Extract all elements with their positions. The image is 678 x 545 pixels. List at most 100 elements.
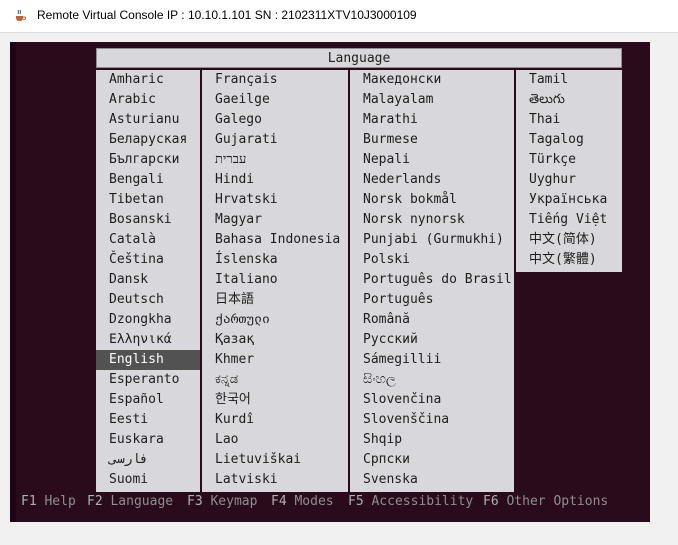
language-item[interactable]: Türkçe bbox=[516, 150, 622, 170]
language-item[interactable]: Nederlands bbox=[350, 170, 514, 190]
fkey-f2[interactable]: F2 Language bbox=[87, 494, 173, 509]
fkey-f3[interactable]: F3 Keymap bbox=[187, 494, 257, 509]
fkey-f6[interactable]: F6 Other Options bbox=[483, 494, 608, 509]
language-item[interactable]: සිංහල bbox=[350, 370, 514, 390]
language-item[interactable]: ಕನ್ನಡ bbox=[202, 370, 348, 390]
language-item[interactable]: Nepali bbox=[350, 150, 514, 170]
language-item[interactable]: Українська bbox=[516, 190, 622, 210]
language-item[interactable]: Gaeilge bbox=[202, 90, 348, 110]
dialog-title: Language bbox=[96, 48, 622, 68]
language-item[interactable]: Galego bbox=[202, 110, 348, 130]
language-item[interactable]: Қазақ bbox=[202, 330, 348, 350]
language-item[interactable]: Български bbox=[96, 150, 200, 170]
language-item[interactable]: Tibetan bbox=[96, 190, 200, 210]
language-item[interactable]: Uyghur bbox=[516, 170, 622, 190]
language-item[interactable]: Slovenčina bbox=[350, 390, 514, 410]
language-item[interactable]: Dzongkha bbox=[96, 310, 200, 330]
language-item[interactable]: Português do Brasil bbox=[350, 270, 514, 290]
language-item[interactable]: Tiếng Việt bbox=[516, 210, 622, 230]
language-item[interactable]: Čeština bbox=[96, 250, 200, 270]
language-item[interactable]: ქართული bbox=[202, 310, 348, 330]
fkey-label: Other Options bbox=[498, 494, 609, 509]
fkey-label: Keymap bbox=[202, 494, 258, 509]
fkey-label: Help bbox=[36, 494, 76, 509]
language-item[interactable]: Gujarati bbox=[202, 130, 348, 150]
window-titlebar: Remote Virtual Console IP : 10.10.1.101 … bbox=[0, 0, 678, 33]
language-item[interactable]: Slovenščina bbox=[350, 410, 514, 430]
language-item[interactable]: 中文(繁體) bbox=[516, 250, 622, 270]
language-item[interactable]: Русский bbox=[350, 330, 514, 350]
language-item[interactable]: Português bbox=[350, 290, 514, 310]
language-item[interactable]: Español bbox=[96, 390, 200, 410]
language-item[interactable]: Svenska bbox=[350, 470, 514, 490]
language-item[interactable]: Ελληνικά bbox=[96, 330, 200, 350]
language-item[interactable]: Latviski bbox=[202, 470, 348, 490]
language-item[interactable]: עברית bbox=[202, 150, 348, 170]
language-item[interactable]: Српски bbox=[350, 450, 514, 470]
language-item[interactable]: Suomi bbox=[96, 470, 200, 490]
fkey-label: Modes bbox=[286, 494, 334, 509]
language-item[interactable]: Punjabi (Gurmukhi) bbox=[350, 230, 514, 250]
language-column-1: Amharic Arabic Asturianu Беларуская Българск… bbox=[96, 70, 200, 492]
fkey-key: F1 bbox=[21, 494, 37, 509]
language-item[interactable]: 日本語 bbox=[202, 290, 348, 310]
fkey-key: F2 bbox=[87, 494, 103, 509]
language-item[interactable]: Malayalam bbox=[350, 90, 514, 110]
fkey-key: F3 bbox=[187, 494, 203, 509]
function-key-bar: F1 Help F2 Language F3 Keymap F4 Modes F5 Ac… bbox=[21, 494, 641, 512]
language-item[interactable]: Беларуская bbox=[96, 130, 200, 150]
language-column-2: Français Gaeilge Galego Gujarati עברית Hindi H… bbox=[202, 70, 348, 492]
language-item[interactable]: Marathi bbox=[350, 110, 514, 130]
language-item[interactable]: Khmer bbox=[202, 350, 348, 370]
language-item[interactable]: Tamil bbox=[516, 70, 622, 90]
language-item[interactable]: Polski bbox=[350, 250, 514, 270]
language-item[interactable]: Català bbox=[96, 230, 200, 250]
language-item[interactable]: فارسی bbox=[96, 450, 200, 470]
language-column-3: Македонски Malayalam Marathi Burmese Nepali N… bbox=[350, 70, 514, 492]
language-item[interactable]: Bahasa Indonesia bbox=[202, 230, 348, 250]
language-item[interactable]: Lao bbox=[202, 430, 348, 450]
fkey-f1[interactable]: F1 Help bbox=[21, 494, 76, 509]
language-item[interactable]: Македонски bbox=[350, 70, 514, 90]
language-item[interactable]: Euskara bbox=[96, 430, 200, 450]
window-title: Remote Virtual Console IP : 10.10.1.101 … bbox=[37, 8, 417, 22]
language-item[interactable]: Română bbox=[350, 310, 514, 330]
language-item[interactable]: Bengali bbox=[96, 170, 200, 190]
language-item[interactable]: Norsk nynorsk bbox=[350, 210, 514, 230]
language-column-4: Tamil తెలుగు Thai Tagalog Türkçe Uyghur Україн… bbox=[516, 70, 622, 272]
java-cup-icon bbox=[16, 9, 27, 21]
fkey-label: Accessibility bbox=[363, 494, 474, 509]
console-screen[interactable]: Language Amharic Arabic Asturianu Беларуска… bbox=[10, 42, 650, 522]
fkey-f4[interactable]: F4 Modes bbox=[271, 494, 334, 509]
language-item[interactable]: Hrvatski bbox=[202, 190, 348, 210]
language-item[interactable]: Eesti bbox=[96, 410, 200, 430]
language-item[interactable]: 中文(简体) bbox=[516, 230, 622, 250]
language-item[interactable]: Deutsch bbox=[96, 290, 200, 310]
language-item[interactable]: Tagalog bbox=[516, 130, 622, 150]
language-item[interactable]: Hindi bbox=[202, 170, 348, 190]
language-item[interactable]: Magyar bbox=[202, 210, 348, 230]
language-item[interactable]: Asturianu bbox=[96, 110, 200, 130]
language-item[interactable]: 한국어 bbox=[202, 390, 348, 410]
language-item[interactable]: Sámegillii bbox=[350, 350, 514, 370]
language-item[interactable]: Dansk bbox=[96, 270, 200, 290]
language-item[interactable]: Arabic bbox=[96, 90, 200, 110]
language-item[interactable]: తెలుగు bbox=[516, 90, 622, 110]
language-item[interactable]: Kurdî bbox=[202, 410, 348, 430]
language-item[interactable]: Français bbox=[202, 70, 348, 90]
fkey-f5[interactable]: F5 Accessibility bbox=[348, 494, 473, 509]
fkey-label: Language bbox=[102, 494, 174, 509]
language-item[interactable]: Esperanto bbox=[96, 370, 200, 390]
language-item[interactable]: Thai bbox=[516, 110, 622, 130]
language-item[interactable]: Burmese bbox=[350, 130, 514, 150]
language-item[interactable]: Shqip bbox=[350, 430, 514, 450]
language-item[interactable]: Italiano bbox=[202, 270, 348, 290]
language-item[interactable]: Íslenska bbox=[202, 250, 348, 270]
language-item[interactable]: Norsk bokmål bbox=[350, 190, 514, 210]
fkey-key: F5 bbox=[348, 494, 364, 509]
language-item[interactable]: Amharic bbox=[96, 70, 200, 90]
fkey-key: F4 bbox=[271, 494, 287, 509]
language-item[interactable]: Lietuviškai bbox=[202, 450, 348, 470]
language-item[interactable]: Bosanski bbox=[96, 210, 200, 230]
language-item-selected[interactable]: English bbox=[96, 350, 200, 370]
